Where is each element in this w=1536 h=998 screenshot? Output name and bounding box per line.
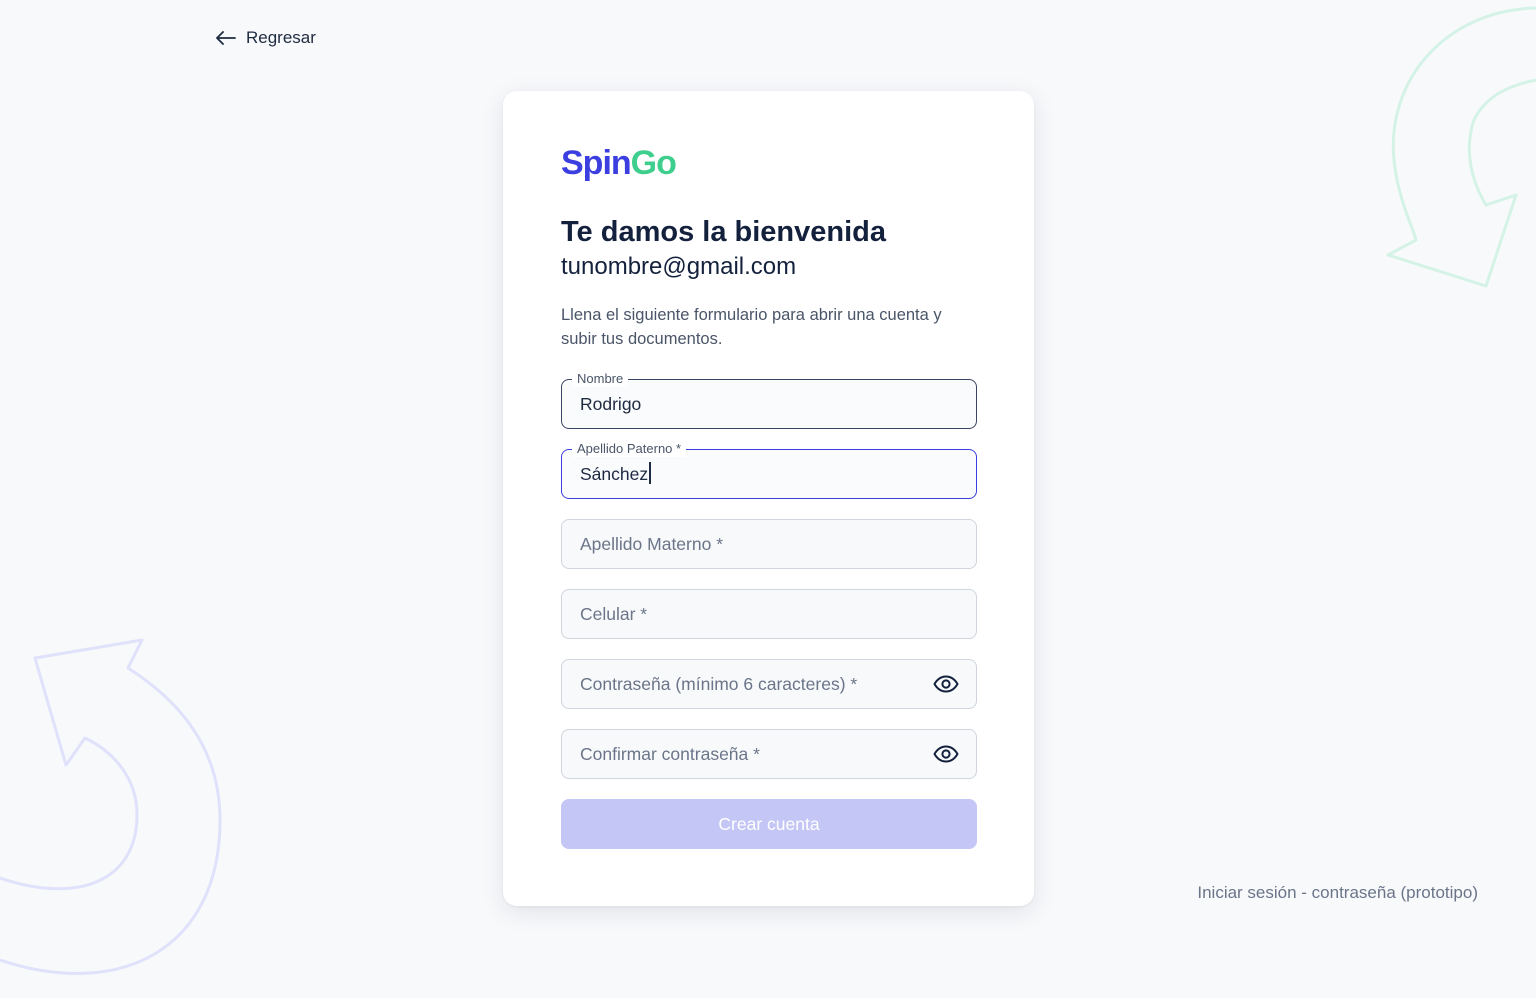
password-placeholder: Contraseña (mínimo 6 caracteres) *	[580, 673, 858, 694]
brand-logo-part2: Go	[630, 144, 677, 182]
signup-form: Nombre Rodrigo Apellido Paterno * Sánche…	[561, 371, 977, 849]
brand-logo: Spin Go	[561, 143, 976, 183]
decorative-arrow-icon	[0, 638, 222, 975]
nombre-value: Rodrigo	[580, 393, 642, 414]
prototype-note: Iniciar sesión - contraseña (prototipo)	[1197, 883, 1478, 902]
arrow-left-icon	[216, 31, 236, 45]
page-title: Te damos la bienvenida	[561, 216, 887, 248]
celular-placeholder: Celular *	[580, 603, 648, 624]
form-description: Llena el siguiente formulario para abrir…	[561, 306, 942, 348]
apellido-materno-placeholder: Apellido Materno *	[580, 533, 723, 554]
eye-icon[interactable]	[933, 745, 959, 763]
create-account-button[interactable]: Crear cuenta	[561, 799, 977, 849]
user-email: tunombre@gmail.com	[561, 253, 797, 280]
brand-logo-part1: Spin	[561, 144, 632, 182]
page: Regresar Spin Go Te damos la bienvenida t…	[0, 0, 1536, 998]
apellido-paterno-label: Apellido Paterno *	[572, 441, 687, 457]
celular-field[interactable]: Celular *	[561, 589, 977, 639]
apellido-paterno-field[interactable]: Apellido Paterno * Sánchez	[561, 441, 977, 499]
text-caret	[649, 461, 651, 484]
nombre-label: Nombre	[572, 371, 629, 387]
decorative-arrow-icon	[1386, 6, 1536, 288]
confirm-password-placeholder: Confirmar contraseña *	[580, 743, 760, 764]
eye-icon[interactable]	[933, 675, 959, 693]
apellido-materno-field[interactable]: Apellido Materno *	[561, 519, 977, 569]
signup-card: Spin Go Te damos la bienvenida tunombre@g…	[503, 91, 1034, 906]
confirm-password-field[interactable]: Confirmar contraseña *	[561, 729, 977, 779]
nombre-field[interactable]: Nombre Rodrigo	[561, 371, 977, 429]
password-field[interactable]: Contraseña (mínimo 6 caracteres) *	[561, 659, 977, 709]
apellido-paterno-value: Sánchez	[580, 463, 649, 484]
back-link[interactable]: Regresar	[216, 28, 316, 48]
back-label: Regresar	[246, 28, 316, 47]
